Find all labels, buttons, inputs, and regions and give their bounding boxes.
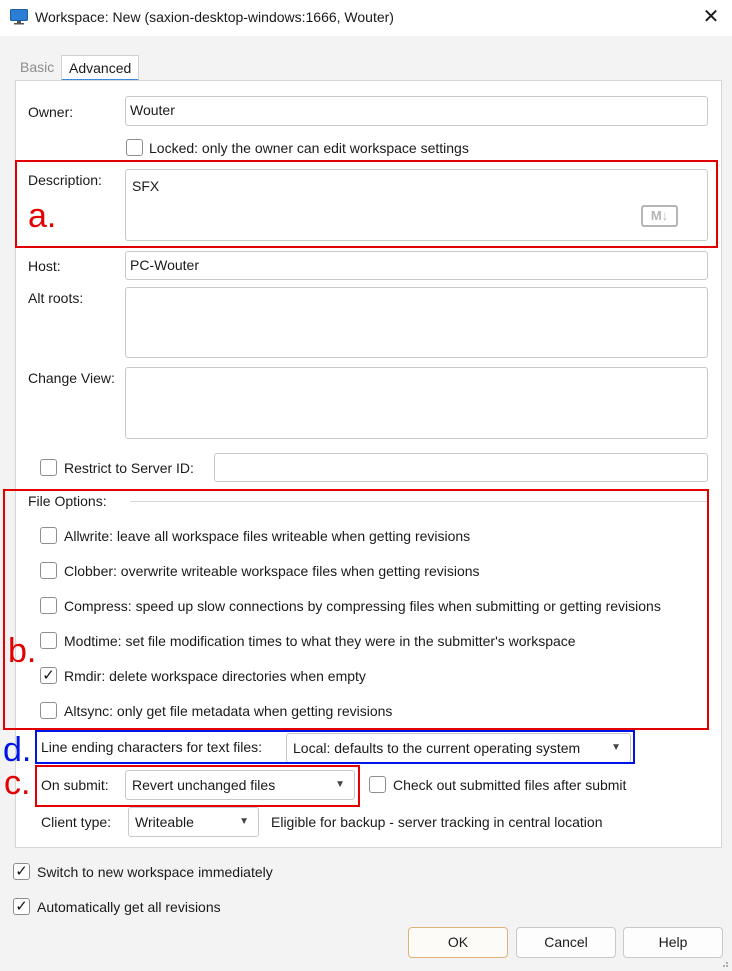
monitor-icon <box>10 9 28 25</box>
annotation-label-c: c. <box>4 764 31 802</box>
autoget-checkbox[interactable]: ✓ <box>13 898 30 915</box>
restrict-label: Restrict to Server ID: <box>64 460 194 476</box>
annotation-box-c <box>35 765 360 807</box>
altroots-label: Alt roots: <box>28 290 84 306</box>
help-button[interactable]: Help <box>623 927 723 958</box>
chevron-down-icon: ▼ <box>239 816 249 827</box>
checkout-submitted-label: Check out submitted files after submit <box>393 777 627 793</box>
client-type-note: Eligible for backup - server tracking in… <box>271 814 603 830</box>
host-input[interactable]: PC-Wouter <box>125 251 708 280</box>
annotation-label-d: d. <box>3 731 32 769</box>
tab-basic[interactable]: Basic <box>13 55 61 81</box>
cancel-button[interactable]: Cancel <box>516 927 616 958</box>
annotation-box-b <box>3 489 709 730</box>
owner-input[interactable]: Wouter <box>125 96 708 126</box>
autoget-label: Automatically get all revisions <box>37 899 221 915</box>
ok-button[interactable]: OK <box>408 927 508 958</box>
close-button[interactable]: ✕ <box>696 3 726 31</box>
annotation-box-a <box>15 160 718 248</box>
title-bar: Workspace: New (saxion-desktop-windows:1… <box>0 0 732 36</box>
client-type-label: Client type: <box>41 814 112 830</box>
locked-checkbox[interactable] <box>126 139 143 156</box>
restrict-server-input[interactable] <box>214 453 708 482</box>
client-type-select[interactable]: Writeable ▼ <box>128 807 259 837</box>
window-title: Workspace: New (saxion-desktop-windows:1… <box>35 9 394 25</box>
switch-workspace-checkbox[interactable]: ✓ <box>13 863 30 880</box>
host-label: Host: <box>28 258 61 274</box>
workspace-dialog: Workspace: New (saxion-desktop-windows:1… <box>0 0 732 971</box>
annotation-label-a: a. <box>28 197 57 235</box>
checkout-submitted-checkbox[interactable] <box>369 776 386 793</box>
restrict-checkbox[interactable] <box>40 459 57 476</box>
client-type-value: Writeable <box>135 814 194 830</box>
changeview-input[interactable] <box>125 367 708 439</box>
owner-label: Owner: <box>28 104 74 120</box>
resize-grip-icon[interactable] <box>719 958 729 968</box>
annotation-label-b: b. <box>8 632 37 670</box>
changeview-label: Change View: <box>28 370 115 386</box>
tab-advanced[interactable]: Advanced <box>61 55 140 81</box>
annotation-box-d <box>35 730 635 764</box>
close-icon: ✕ <box>702 6 720 28</box>
altroots-input[interactable] <box>125 287 708 358</box>
switch-workspace-label: Switch to new workspace immediately <box>37 864 273 880</box>
locked-label: Locked: only the owner can edit workspac… <box>149 140 469 156</box>
